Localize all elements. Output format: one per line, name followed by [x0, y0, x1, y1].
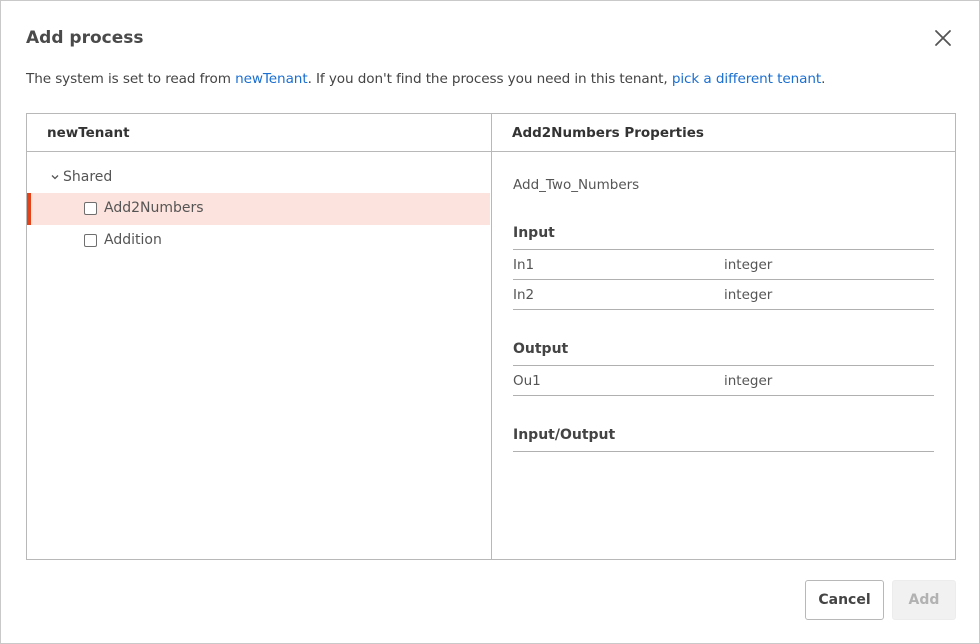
process-tree-pane: newTenant Shared Add2Numbers Addition — [27, 114, 492, 559]
divider — [513, 249, 934, 250]
description-suffix: . — [821, 71, 826, 87]
param-name: In2 — [513, 287, 535, 303]
divider — [513, 451, 934, 452]
process-name: Add_Two_Numbers — [513, 177, 640, 193]
divider — [513, 365, 934, 366]
folder-label: Shared — [63, 169, 113, 185]
close-icon[interactable] — [933, 28, 953, 48]
properties-header: Add2Numbers Properties — [492, 114, 955, 152]
tenant-header: newTenant — [27, 114, 491, 152]
checkbox-icon[interactable] — [84, 202, 97, 215]
tree-item-add2numbers[interactable]: Add2Numbers — [27, 193, 490, 225]
param-type: integer — [724, 287, 773, 303]
section-title-input: Input — [513, 225, 555, 241]
tree-item-addition[interactable]: Addition — [27, 225, 490, 257]
tree-item-label: Add2Numbers — [104, 200, 204, 216]
properties-pane: Add2Numbers Properties Add_Two_Numbers I… — [492, 114, 955, 559]
divider — [513, 309, 934, 310]
param-type: integer — [724, 257, 773, 273]
tenant-description: The system is set to read from newTenant… — [26, 71, 825, 87]
current-tenant-link[interactable]: newTenant — [235, 71, 308, 87]
divider — [513, 395, 934, 396]
description-prefix: The system is set to read from — [26, 71, 236, 87]
add-process-dialog: Add process The system is set to read fr… — [0, 0, 980, 644]
param-type: integer — [724, 373, 773, 389]
process-browser: newTenant Shared Add2Numbers Addition Ad… — [26, 113, 956, 560]
param-name: Ou1 — [513, 373, 541, 389]
pick-tenant-link[interactable]: pick a different tenant — [672, 71, 821, 87]
description-middle: . If you don't find the process you need… — [307, 71, 672, 87]
section-title-input-output: Input/Output — [513, 427, 616, 443]
param-name: In1 — [513, 257, 535, 273]
tree-item-label: Addition — [104, 232, 162, 248]
checkbox-icon[interactable] — [84, 234, 97, 247]
dialog-title: Add process — [26, 28, 144, 48]
folder-shared[interactable]: Shared — [49, 169, 112, 185]
add-button[interactable]: Add — [892, 580, 956, 620]
divider — [513, 279, 934, 280]
chevron-down-icon[interactable] — [49, 171, 61, 183]
cancel-button[interactable]: Cancel — [805, 580, 884, 620]
section-title-output: Output — [513, 341, 569, 357]
